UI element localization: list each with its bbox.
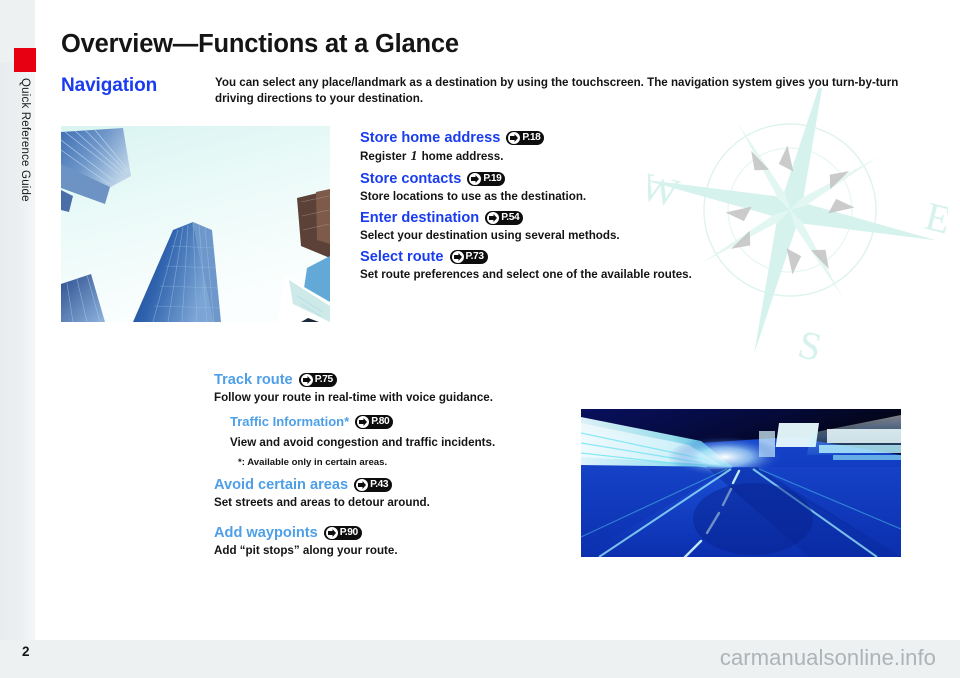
- tunnel-drive-photo: [581, 409, 901, 557]
- sidebar-chapter-tab: [14, 48, 36, 72]
- arrow-right-icon: [487, 212, 500, 224]
- feature-track-route: Track route P.75 Follow your route in re…: [214, 371, 493, 407]
- page-ref-number: P.80: [371, 416, 390, 427]
- feature-heading: Store contacts P.19: [360, 170, 586, 188]
- feature-description: Add “pit stops” along your route.: [214, 544, 398, 557]
- page-ref-badge[interactable]: P.80: [355, 415, 394, 429]
- feature-footnote: *: Available only in certain areas.: [238, 456, 388, 468]
- page-ref-badge[interactable]: P.43: [354, 478, 393, 492]
- feature-traffic-information: Traffic Information* P.80 View and avoid…: [230, 413, 495, 469]
- feature-heading: Avoid certain areas P.43: [214, 476, 430, 494]
- page-number: 2: [22, 644, 30, 659]
- arrow-right-icon: [356, 479, 369, 491]
- feature-store-contacts: Store contacts P.19 Store locations to u…: [360, 170, 586, 206]
- page-title: Overview—Functions at a Glance: [61, 30, 459, 58]
- feature-add-waypoints: Add waypoints P.90 Add “pit stops” along…: [214, 524, 398, 560]
- page-ref-badge[interactable]: P.19: [467, 172, 506, 186]
- feature-description: Store locations to use as the destinatio…: [360, 190, 587, 203]
- feature-heading-text: Avoid certain areas: [214, 477, 349, 493]
- page-ref-number: P.75: [314, 374, 333, 385]
- page-ref-badge[interactable]: P.73: [449, 250, 488, 264]
- feature-heading-text: Add waypoints: [214, 525, 318, 541]
- feature-heading-text: Traffic Information*: [230, 414, 350, 429]
- desc-part-after: home address.: [418, 150, 504, 163]
- section-title-navigation: Navigation: [61, 75, 158, 96]
- arrow-right-icon: [469, 173, 482, 185]
- desc-part-before: Register: [360, 150, 410, 163]
- feature-heading-text: Store home address: [360, 130, 501, 146]
- arrow-right-icon: [451, 251, 464, 263]
- page-ref-number: P.43: [370, 479, 389, 490]
- feature-heading-text: Enter destination: [360, 210, 480, 226]
- feature-heading: Track route P.75: [214, 371, 493, 389]
- feature-heading: Traffic Information* P.80: [230, 413, 495, 431]
- feature-store-home-address: Store home address P.18 Register 1 home …: [360, 129, 545, 166]
- feature-heading: Store home address P.18: [360, 129, 545, 147]
- arrow-right-icon: [300, 374, 313, 386]
- page-ref-number: P.19: [483, 173, 502, 184]
- site-watermark: carmanualsonline.info: [719, 645, 936, 670]
- feature-description: Follow your route in real-time with voic…: [214, 391, 493, 404]
- arrow-right-icon: [508, 132, 521, 144]
- feature-description: Set route preferences and select one of …: [360, 268, 692, 281]
- feature-description: Register 1 home address.: [360, 148, 544, 166]
- feature-select-route: Select route P.73 Set route preferences …: [360, 248, 692, 284]
- feature-description: View and avoid congestion and traffic in…: [230, 436, 496, 449]
- feature-heading: Enter destination P.54: [360, 209, 620, 227]
- sidebar-chapter-label: Quick Reference Guide: [19, 78, 31, 202]
- intro-paragraph: You can select any place/landmark as a d…: [215, 76, 899, 106]
- feature-heading-text: Track route: [214, 372, 293, 388]
- feature-heading: Add waypoints P.90: [214, 524, 398, 542]
- arrow-right-icon: [357, 416, 370, 428]
- feature-description: Set streets and areas to detour around.: [214, 496, 430, 509]
- feature-heading-text: Store contacts: [360, 171, 462, 187]
- feature-description: Select your destination using several me…: [360, 229, 620, 242]
- page-ref-number: P.90: [339, 527, 358, 538]
- page-ref-number: P.18: [522, 132, 541, 143]
- page-ref-badge[interactable]: P.75: [298, 373, 337, 387]
- feature-heading-text: Select route: [360, 249, 444, 265]
- feature-heading: Select route P.73: [360, 248, 692, 266]
- page-ref-badge[interactable]: P.54: [485, 211, 524, 225]
- page-ref-number: P.54: [501, 212, 520, 223]
- page-ref-badge[interactable]: P.90: [323, 526, 362, 540]
- feature-enter-destination: Enter destination P.54 Select your desti…: [360, 209, 620, 245]
- arrow-right-icon: [325, 527, 338, 539]
- page-ref-number: P.73: [465, 251, 484, 262]
- skyscrapers-photo: [61, 126, 330, 322]
- manual-page: N S E W Quick Reference Guide Overview—F…: [0, 0, 960, 678]
- feature-avoid-certain-areas: Avoid certain areas P.43 Set streets and…: [214, 476, 430, 512]
- page-ref-badge[interactable]: P.18: [506, 131, 545, 145]
